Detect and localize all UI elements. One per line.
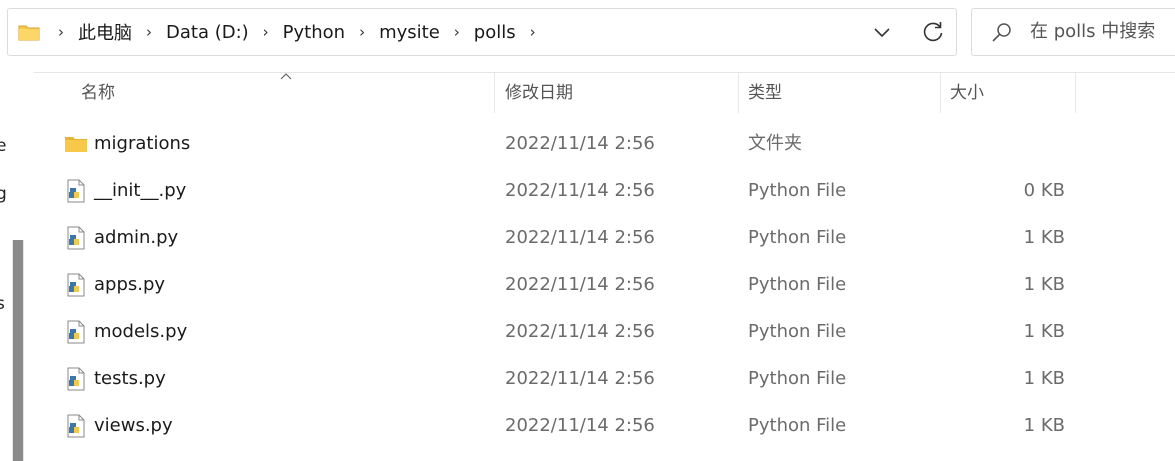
breadcrumb-item-polls[interactable]: polls	[470, 22, 520, 43]
address-bar[interactable]: › 此电脑 › Data (D:) › Python › mysite › po…	[7, 8, 957, 56]
python-file-icon	[67, 320, 85, 344]
column-header-date[interactable]: 修改日期	[505, 73, 573, 113]
file-date: 2022/11/14 2:56	[505, 227, 655, 248]
file-row-migrations[interactable]: migrations 2022/11/14 2:56 文件夹	[34, 120, 1175, 167]
python-file-icon	[67, 179, 85, 203]
file-row-views[interactable]: views.py 2022/11/14 2:56 Python File 1 K…	[34, 402, 1175, 449]
folder-icon	[18, 25, 40, 41]
column-header-row: 名称 修改日期 类型 大小	[34, 73, 1175, 113]
column-header-name[interactable]: 名称	[81, 73, 115, 113]
chevron-right-icon[interactable]: ›	[524, 23, 542, 41]
file-name: views.py	[94, 415, 173, 436]
file-date: 2022/11/14 2:56	[505, 368, 655, 389]
file-explorer-window: › 此电脑 › Data (D:) › Python › mysite › po…	[0, 0, 1175, 461]
breadcrumb-item-mysite[interactable]: mysite	[375, 22, 444, 43]
file-size	[941, 120, 1065, 167]
file-size: 1 KB	[1023, 227, 1065, 248]
file-type: Python File	[748, 274, 847, 295]
nav-item[interactable]: s	[0, 294, 5, 314]
file-name: apps.py	[94, 274, 166, 295]
breadcrumb-item-data-drive[interactable]: Data (D:)	[162, 22, 253, 43]
chevron-right-icon[interactable]: ›	[52, 23, 70, 41]
file-size: 1 KB	[1023, 274, 1065, 295]
column-header-type[interactable]: 类型	[748, 73, 782, 113]
file-name: models.py	[94, 321, 188, 342]
python-file-icon	[67, 273, 85, 297]
file-name: migrations	[94, 133, 191, 154]
python-file-icon	[67, 367, 85, 391]
breadcrumb: › 此电脑 › Data (D:) › Python › mysite › po…	[48, 9, 546, 55]
file-name: tests.py	[94, 368, 166, 389]
file-row-admin[interactable]: admin.py 2022/11/14 2:56 Python File 1 K…	[34, 214, 1175, 261]
file-type: Python File	[748, 415, 847, 436]
file-type: 文件夹	[748, 133, 802, 154]
file-name: admin.py	[94, 227, 179, 248]
chevron-right-icon[interactable]: ›	[257, 23, 275, 41]
search-icon	[992, 23, 1011, 42]
file-size: 0 KB	[1023, 180, 1065, 201]
file-date: 2022/11/14 2:56	[505, 180, 655, 201]
refresh-icon[interactable]	[920, 19, 946, 45]
scrollbar-thumb[interactable]	[13, 240, 23, 461]
file-date: 2022/11/14 2:56	[505, 133, 655, 154]
file-date: 2022/11/14 2:56	[505, 321, 655, 342]
sort-ascending-icon	[280, 73, 292, 80]
file-size: 1 KB	[1023, 415, 1065, 436]
file-row-apps[interactable]: apps.py 2022/11/14 2:56 Python File 1 KB	[34, 261, 1175, 308]
toolbar: › 此电脑 › Data (D:) › Python › mysite › po…	[0, 0, 1175, 73]
search-input[interactable]: 在 polls 中搜索	[1030, 9, 1155, 55]
file-type: Python File	[748, 227, 847, 248]
chevron-right-icon[interactable]: ›	[140, 23, 158, 41]
column-divider[interactable]	[1075, 73, 1076, 113]
column-divider[interactable]	[738, 73, 739, 113]
folder-icon	[65, 137, 87, 152]
chevron-down-icon[interactable]	[870, 21, 894, 43]
file-row-models[interactable]: models.py 2022/11/14 2:56 Python File 1 …	[34, 308, 1175, 355]
column-divider[interactable]	[494, 73, 495, 113]
column-divider[interactable]	[940, 73, 941, 113]
file-row-tests[interactable]: tests.py 2022/11/14 2:56 Python File 1 K…	[34, 355, 1175, 402]
file-size: 1 KB	[1023, 321, 1065, 342]
file-date: 2022/11/14 2:56	[505, 274, 655, 295]
file-name: __init__.py	[94, 180, 187, 201]
file-type: Python File	[748, 321, 847, 342]
python-file-icon	[67, 414, 85, 438]
file-type: Python File	[748, 368, 847, 389]
chevron-right-icon[interactable]: ›	[353, 23, 371, 41]
nav-item[interactable]: e	[0, 136, 6, 156]
nav-item[interactable]: g	[0, 184, 7, 204]
breadcrumb-item-python[interactable]: Python	[279, 22, 349, 43]
file-type: Python File	[748, 180, 847, 201]
python-file-icon	[67, 226, 85, 250]
column-header-size[interactable]: 大小	[950, 73, 984, 113]
file-size: 1 KB	[1023, 368, 1065, 389]
file-row-init[interactable]: __init__.py 2022/11/14 2:56 Python File …	[34, 167, 1175, 214]
chevron-right-icon[interactable]: ›	[448, 23, 466, 41]
breadcrumb-item-this-pc[interactable]: 此电脑	[74, 19, 136, 45]
navigation-pane: e g s	[0, 72, 34, 461]
file-date: 2022/11/14 2:56	[505, 415, 655, 436]
search-box[interactable]: 在 polls 中搜索	[971, 8, 1175, 56]
